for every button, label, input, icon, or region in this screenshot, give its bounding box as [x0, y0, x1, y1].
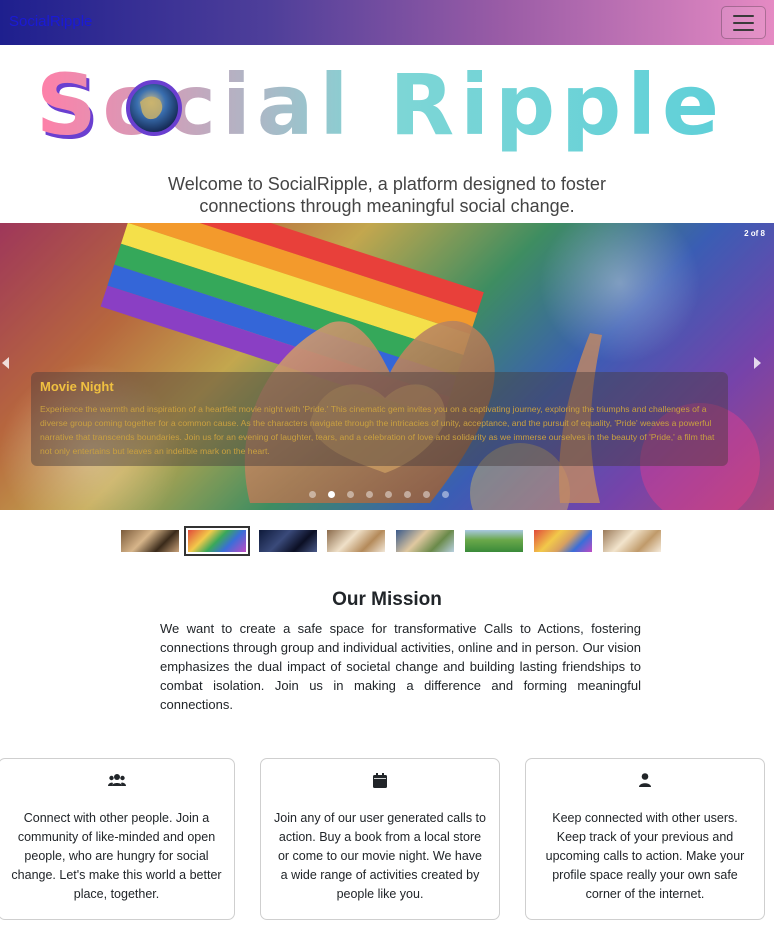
caption-text: Experience the warmth and inspiration of… [40, 404, 715, 456]
indicator-dot[interactable] [404, 491, 411, 498]
feature-card-community: Connect with other people. Join a commun… [0, 758, 235, 920]
carousel-indicators [309, 491, 449, 498]
navbar: SocialRipple [0, 0, 774, 45]
thumbnail-strip [120, 526, 662, 556]
thumbnail[interactable] [327, 530, 385, 552]
card-text: Join any of our user generated calls to … [274, 811, 486, 901]
thumbnail[interactable] [184, 526, 250, 556]
thumbnail[interactable] [396, 530, 454, 552]
feature-card-activities: Join any of our user generated calls to … [260, 758, 500, 920]
carousel: 2 of 8 Movie Night Experience the warmth… [0, 223, 774, 510]
chevron-right-icon[interactable] [754, 357, 761, 369]
chevron-left-icon[interactable] [2, 357, 9, 369]
users-icon [0, 773, 234, 789]
navbar-toggler-button[interactable] [721, 6, 766, 39]
calendar-icon [261, 773, 499, 789]
logo: S Social Ripple [36, 56, 738, 158]
card-text: Keep connected with other users. Keep tr… [545, 811, 745, 901]
thumbnail[interactable] [121, 530, 179, 552]
intro-text: Welcome to SocialRipple, a platform desi… [168, 174, 606, 216]
brand-link[interactable]: SocialRipple [9, 13, 92, 30]
caption-title: Movie Night [40, 379, 114, 394]
card-text: Connect with other people. Join a commun… [11, 811, 222, 901]
thumbnail[interactable] [259, 530, 317, 552]
mission-title: Our Mission [332, 589, 442, 610]
thumbnail[interactable] [534, 530, 592, 552]
indicator-dot[interactable] [366, 491, 373, 498]
indicator-dot[interactable] [309, 491, 316, 498]
indicator-dot[interactable] [328, 491, 335, 498]
indicator-dot[interactable] [385, 491, 392, 498]
indicator-dot[interactable] [442, 491, 449, 498]
carousel-caption: Movie Night Experience the warmth and in… [31, 372, 728, 466]
thumbnail[interactable] [465, 530, 523, 552]
feature-card-profile: Keep connected with other users. Keep tr… [525, 758, 765, 920]
thumbnail[interactable] [603, 530, 661, 552]
user-icon [526, 773, 764, 789]
hamburger-icon [733, 14, 754, 17]
slide-counter: 2 of 8 [744, 229, 765, 238]
indicator-dot[interactable] [423, 491, 430, 498]
indicator-dot[interactable] [347, 491, 354, 498]
carousel-image [0, 223, 774, 510]
mission-text: We want to create a safe space for trans… [160, 621, 641, 712]
